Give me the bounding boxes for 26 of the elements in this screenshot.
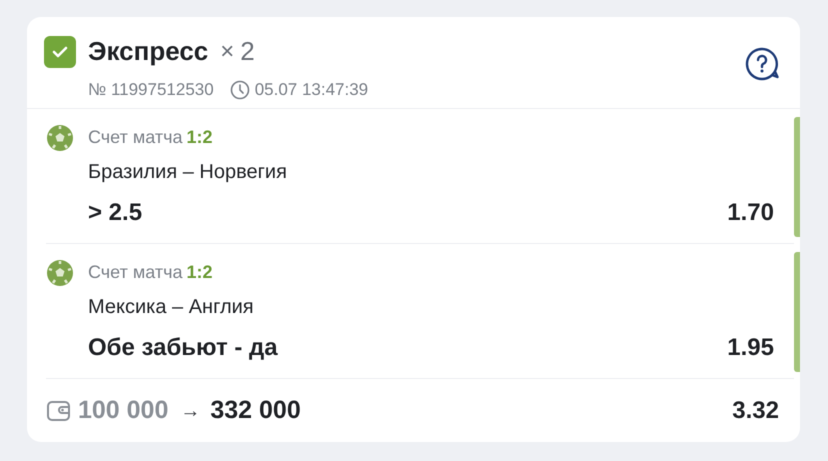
market-label: Счет матча bbox=[88, 126, 182, 149]
payout-amount: 332 000 bbox=[210, 394, 301, 426]
multiplier-sign: × bbox=[220, 36, 234, 66]
market-label: Счет матча bbox=[88, 261, 182, 284]
soccer-ball-icon bbox=[46, 124, 74, 152]
multiplier: 2 bbox=[240, 35, 255, 68]
bet-title: Экспресс bbox=[88, 35, 208, 68]
match-teams: Мексика – Англия bbox=[88, 295, 255, 320]
wallet-icon bbox=[46, 398, 72, 422]
match-teams: Бразилия – Норвегия bbox=[88, 160, 288, 185]
bet-datetime: 05.07 13:47:39 bbox=[254, 79, 368, 101]
match-score: 1:2 bbox=[186, 261, 212, 284]
bet-number: № 11997512530 bbox=[88, 79, 214, 101]
stake-amount: 100 000 bbox=[78, 394, 168, 426]
odds: 1.70 bbox=[727, 198, 774, 228]
checkmark-icon bbox=[52, 46, 68, 58]
total-odds: 3.32 bbox=[732, 396, 779, 426]
help-icon[interactable] bbox=[744, 46, 780, 82]
checkbox[interactable] bbox=[44, 36, 76, 68]
match-score: 1:2 bbox=[186, 126, 212, 149]
odds: 1.95 bbox=[727, 333, 774, 363]
bet-pick: Обе забьют - да bbox=[88, 333, 278, 363]
bet-pick: > 2.5 bbox=[88, 198, 142, 228]
clock-icon bbox=[230, 80, 250, 100]
soccer-ball-icon bbox=[46, 259, 74, 287]
arrow: → bbox=[180, 398, 200, 424]
